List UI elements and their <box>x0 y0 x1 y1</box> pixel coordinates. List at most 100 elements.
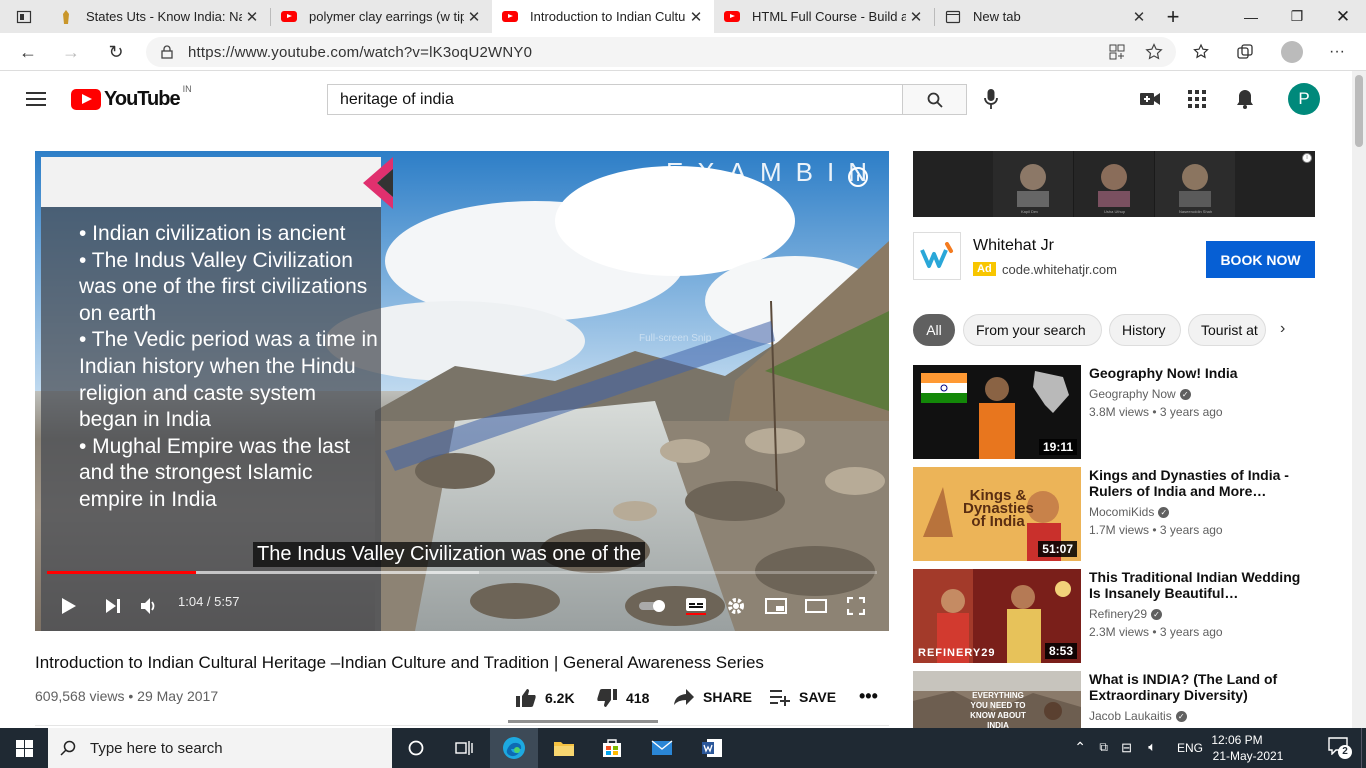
subtitles-button[interactable] <box>681 591 711 621</box>
favorite-star-icon[interactable] <box>1145 43 1163 61</box>
close-tab-icon[interactable]: ✕ <box>906 8 926 26</box>
device-icon[interactable]: ⧉ <box>1099 740 1108 755</box>
theater-mode-button[interactable] <box>801 591 831 621</box>
close-window-button[interactable]: ✕ <box>1320 0 1366 33</box>
rec-channel[interactable]: Jacob Laukaitis ✓ <box>1089 709 1187 723</box>
url-field[interactable]: https://www.youtube.com/watch?v=lK3oqU2W… <box>146 37 1176 67</box>
show-desktop-button[interactable] <box>1361 728 1366 768</box>
show-hidden-icons-icon[interactable]: ⌃ <box>1074 739 1086 756</box>
miniplayer-button[interactable] <box>761 591 791 621</box>
taskbar-store[interactable] <box>588 728 636 768</box>
ad-title[interactable]: Whitehat Jr <box>973 237 1054 255</box>
tab-know-india[interactable]: States Uts - Know India: Natio ✕ <box>48 0 270 33</box>
youtube-logo[interactable]: YouTube IN <box>71 84 192 111</box>
rec-title[interactable]: Geography Now! India <box>1089 365 1309 381</box>
cortana-button[interactable] <box>392 728 440 768</box>
profile-button[interactable] <box>1277 37 1307 67</box>
video-thumbnail[interactable]: EVERYTHING YOU NEED TO KNOW ABOUT INDIA <box>913 671 1081 728</box>
rec-title[interactable]: Kings and Dynasties of India - Rulers of… <box>1089 467 1309 499</box>
whitehat-logo-icon[interactable] <box>913 232 961 280</box>
taskbar-edge[interactable] <box>490 728 538 768</box>
tab-polymer-clay[interactable]: polymer clay earrings (w tips ✕ <box>271 0 492 33</box>
hamburger-menu-button[interactable] <box>22 85 50 113</box>
list-item[interactable]: Kings & Dynasties of India 51:07 Kings a… <box>913 467 1315 561</box>
refresh-button[interactable]: ↻ <box>101 37 131 67</box>
chip-history[interactable]: History <box>1109 314 1181 346</box>
minimize-button[interactable]: — <box>1228 0 1274 33</box>
language-indicator[interactable]: ENG <box>1177 741 1203 755</box>
save-button[interactable]: SAVE <box>769 688 836 706</box>
apps-available-icon[interactable] <box>1109 44 1125 60</box>
volume-icon[interactable]: 🔈︎ <box>1148 739 1156 755</box>
close-tab-icon[interactable]: ✕ <box>1129 8 1149 26</box>
tab-new-tab[interactable]: New tab ✕ <box>935 0 1157 33</box>
video-thumbnail[interactable]: Kings & Dynasties of India 51:07 <box>913 467 1081 561</box>
voice-search-button[interactable] <box>977 85 1005 113</box>
video-player[interactable]: • Indian civilization is ancient • The I… <box>35 151 889 631</box>
scrollbar-thumb[interactable] <box>1355 75 1363 147</box>
chip-all[interactable]: All <box>913 314 955 346</box>
more-actions-button[interactable]: ••• <box>859 686 878 707</box>
clock-time[interactable]: 12:06 PM <box>1207 733 1267 747</box>
rec-title[interactable]: What is INDIA? (The Land of Extraordinar… <box>1089 671 1309 703</box>
chevron-right-icon[interactable]: › <box>1280 320 1285 338</box>
share-button[interactable]: SHARE <box>673 688 752 706</box>
notifications-button[interactable] <box>1231 85 1259 113</box>
settings-button[interactable] <box>721 591 751 621</box>
taskbar-word[interactable] <box>688 728 736 768</box>
search-input[interactable]: heritage of india <box>327 84 903 115</box>
settings-menu-button[interactable]: ··· <box>1322 37 1352 67</box>
rec-title[interactable]: This Traditional Indian Wedding Is Insan… <box>1089 569 1309 601</box>
dislike-button[interactable]: 418 <box>596 688 649 708</box>
fullscreen-button[interactable] <box>841 591 871 621</box>
book-now-button[interactable]: BOOK NOW <box>1206 241 1315 278</box>
rec-channel[interactable]: Geography Now ✓ <box>1089 387 1191 401</box>
create-button[interactable] <box>1136 85 1164 113</box>
new-tab-button[interactable]: + <box>1158 0 1188 33</box>
apps-button[interactable] <box>1183 85 1211 113</box>
video-thumbnail[interactable]: 19:11 <box>913 365 1081 459</box>
ad-info-icon[interactable]: i <box>1302 153 1312 163</box>
favorites-button[interactable] <box>1187 37 1217 67</box>
tab-indian-culture[interactable]: Introduction to Indian Cultura ✕ <box>492 0 714 33</box>
like-button[interactable]: 6.2K <box>515 688 575 708</box>
back-button[interactable]: ← <box>13 37 43 67</box>
collections-button[interactable] <box>1230 37 1260 67</box>
progress-bar[interactable] <box>47 571 877 574</box>
share-arrow-icon <box>674 689 694 705</box>
ad-banner-image[interactable]: Kapil Dev Usha Uthup Naseeruddin Shah i <box>913 151 1315 217</box>
play-button[interactable] <box>54 591 84 621</box>
page-scrollbar[interactable] <box>1352 71 1366 728</box>
account-avatar[interactable]: P <box>1288 83 1320 115</box>
maximize-button[interactable]: ❐ <box>1274 0 1320 33</box>
network-icon[interactable]: ⊟ <box>1121 740 1132 756</box>
list-item[interactable]: REFINERY29 8:53 This Traditional Indian … <box>913 569 1315 663</box>
close-tab-icon[interactable]: ✕ <box>464 8 484 26</box>
taskbar-file-explorer[interactable] <box>540 728 588 768</box>
search-button[interactable] <box>902 84 967 115</box>
pink-chevron-icon <box>363 157 393 209</box>
autoplay-toggle[interactable] <box>636 591 670 621</box>
start-button[interactable] <box>0 728 48 768</box>
chip-from-your-search[interactable]: From your search <box>963 314 1102 346</box>
list-item[interactable]: 19:11 Geography Now! India Geography Now… <box>913 365 1315 459</box>
list-item[interactable]: EVERYTHING YOU NEED TO KNOW ABOUT INDIA … <box>913 671 1315 728</box>
rec-channel[interactable]: MocomiKids ✓ <box>1089 505 1170 519</box>
taskbar-mail[interactable] <box>638 728 686 768</box>
video-thumbnail[interactable]: REFINERY29 8:53 <box>913 569 1081 663</box>
close-tab-icon[interactable]: ✕ <box>686 8 706 26</box>
url-text: https://www.youtube.com/watch?v=lK3oqU2W… <box>188 43 533 61</box>
clock-date[interactable]: 21-May-2021 <box>1203 749 1293 763</box>
tab-actions-button[interactable] <box>0 0 48 33</box>
rec-channel[interactable]: Refinery29 ✓ <box>1089 607 1163 621</box>
chip-tourist[interactable]: Tourist at <box>1188 314 1266 346</box>
next-button[interactable] <box>98 591 128 621</box>
task-view-button[interactable] <box>440 728 488 768</box>
forward-button[interactable]: → <box>56 37 86 67</box>
taskbar-search-input[interactable]: Type here to search <box>48 728 392 768</box>
tab-html-course[interactable]: HTML Full Course - Build a W ✕ <box>714 0 934 33</box>
mute-button[interactable] <box>134 591 164 621</box>
notification-center-button[interactable]: 2 <box>1328 737 1352 759</box>
close-tab-icon[interactable]: ✕ <box>242 8 262 26</box>
info-icon[interactable]: i <box>848 167 868 187</box>
